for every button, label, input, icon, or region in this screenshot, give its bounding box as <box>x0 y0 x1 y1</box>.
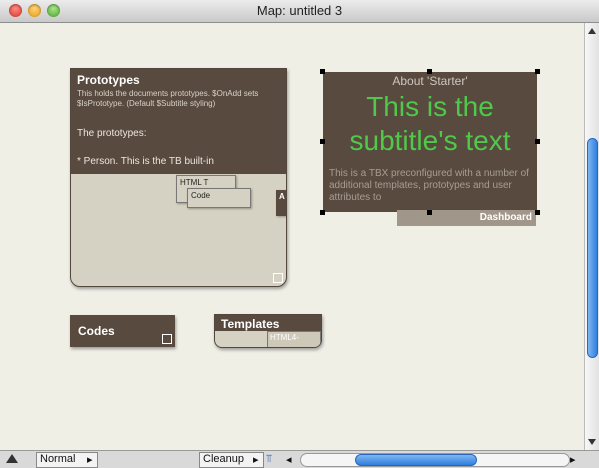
child-note-code[interactable]: Code <box>187 188 251 208</box>
window-title: Map: untitled 3 <box>256 3 343 18</box>
note-templates[interactable]: Templates HTML4- <box>214 314 322 348</box>
note-prototypes-header: Prototypes This holds the documents prot… <box>71 69 286 174</box>
resize-icon[interactable] <box>162 334 172 344</box>
link-type-icon[interactable]: ⫪ <box>266 453 272 466</box>
note-codes[interactable]: Codes <box>70 315 175 347</box>
dashboard-adornment[interactable]: Dashboard <box>397 210 536 226</box>
resize-icon[interactable] <box>273 273 283 283</box>
scroll-up-icon[interactable] <box>588 28 596 34</box>
selection-handle[interactable] <box>320 69 325 74</box>
selection-handle[interactable] <box>535 139 540 144</box>
parent-up-icon[interactable] <box>6 454 18 463</box>
scroll-left-icon[interactable]: ◂ <box>286 453 292 466</box>
status-bar: Normal ▸ Cleanup ▸ ⫪ ◂ ▸ <box>0 450 599 468</box>
dashboard-label: Dashboard <box>479 212 532 223</box>
note-body: This is a TBX preconfigured with a numbe… <box>329 168 529 203</box>
dropdown-arrow-icon: ▸ <box>87 454 93 466</box>
cleanup-label: Cleanup <box>203 453 244 465</box>
title-bar: Map: untitled 3 <box>0 0 599 23</box>
note-subtitle: This is the subtitle's text <box>349 91 511 156</box>
selection-handle[interactable] <box>320 210 325 215</box>
scroll-right-icon[interactable]: ▸ <box>570 453 576 466</box>
view-mode-select[interactable]: Normal ▸ <box>36 452 98 468</box>
child-note-edge[interactable]: A <box>276 190 286 216</box>
note-title: Codes <box>78 324 115 338</box>
note-description: This holds the documents prototypes. $On… <box>77 89 259 108</box>
vertical-scrollbar[interactable] <box>584 23 599 450</box>
note-about-starter[interactable]: About 'Starter' This is the subtitle's t… <box>323 72 537 212</box>
selection-handle[interactable] <box>427 210 432 215</box>
selection-handle[interactable] <box>535 69 540 74</box>
selection-handle[interactable] <box>320 139 325 144</box>
view-mode-label: Normal <box>40 453 76 465</box>
note-text-line: The prototypes: <box>77 128 147 139</box>
selection-handle[interactable] <box>427 69 432 74</box>
selection-handle[interactable] <box>535 210 540 215</box>
note-templates-header: Templates <box>215 315 321 331</box>
note-prototypes[interactable]: Prototypes This holds the documents prot… <box>70 68 287 287</box>
note-title: About 'Starter' <box>392 74 468 88</box>
note-title: Prototypes <box>77 73 140 87</box>
dropdown-arrow-icon: ▸ <box>253 454 259 466</box>
note-title: Templates <box>221 317 280 331</box>
scroll-down-icon[interactable] <box>588 439 596 445</box>
horizontal-scroll-thumb[interactable] <box>355 454 477 466</box>
child-note-html4[interactable]: HTML4- <box>267 331 321 347</box>
vertical-scroll-thumb[interactable] <box>587 138 598 358</box>
note-text-line: * Person. This is the TB built-in <box>77 156 214 167</box>
cleanup-select[interactable]: Cleanup ▸ <box>199 452 264 468</box>
